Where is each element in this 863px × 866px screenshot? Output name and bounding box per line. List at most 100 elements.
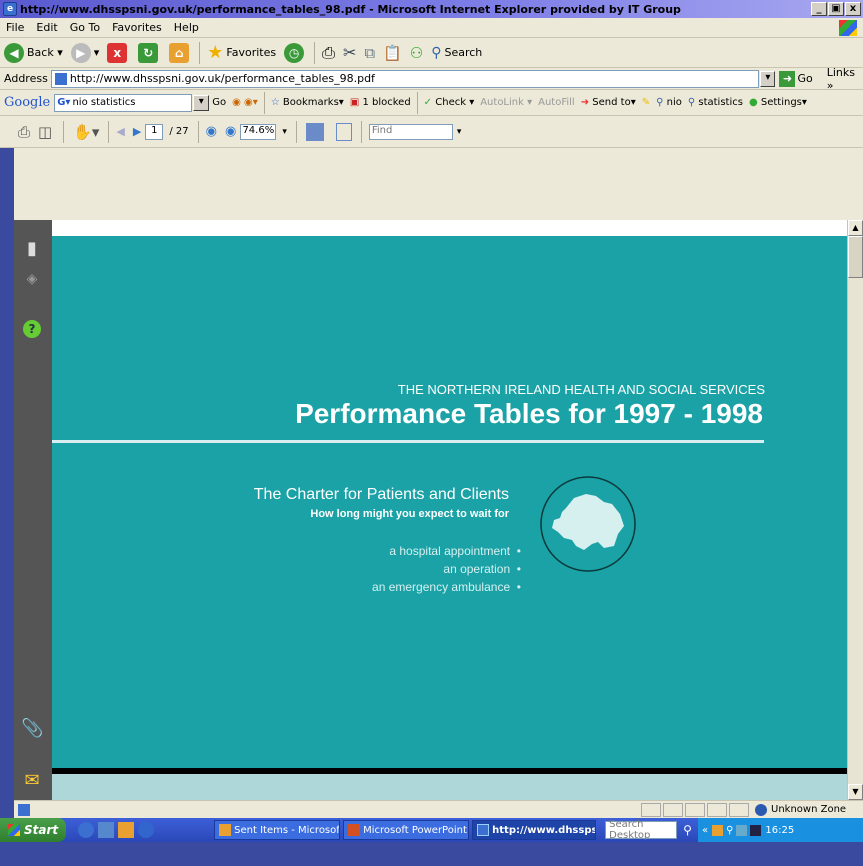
links-label: Links	[826, 65, 856, 79]
minimize-button[interactable]: _	[811, 2, 827, 16]
google-search-input[interactable]: G▾ nio statistics	[54, 93, 193, 112]
menu-help[interactable]: Help	[168, 21, 205, 34]
comments-icon[interactable]: ✉	[21, 770, 43, 792]
next-page-icon[interactable]: ▶	[133, 125, 141, 138]
task-powerpoint[interactable]: Microsoft PowerPoint - ...	[343, 820, 470, 840]
task-sent-items[interactable]: Sent Items - Microsoft ...	[214, 820, 341, 840]
history-button[interactable]: ◷	[280, 41, 311, 65]
tray-network-icon[interactable]	[736, 824, 748, 836]
desktop-search-input[interactable]: Search Desktop	[605, 819, 678, 841]
tray-expand-icon[interactable]: «	[702, 825, 708, 836]
home-button[interactable]: ⌂	[165, 41, 196, 65]
print-icon[interactable]: ⎙	[18, 123, 30, 141]
help-icon[interactable]: ?	[23, 320, 41, 338]
zoom-dropdown[interactable]: ▾	[282, 127, 287, 137]
address-input[interactable]: http://www.dhsspsni.gov.uk/performance_t…	[50, 69, 760, 88]
forward-arrow-icon: ▶	[70, 42, 91, 63]
bookmarks-button[interactable]: ☆ Bookmarks▾	[268, 97, 347, 108]
vertical-scrollbar[interactable]: ▲ ▼	[847, 220, 863, 800]
search-button[interactable]: ⚲ Search	[427, 41, 486, 65]
go-button[interactable]: ➜ Go	[779, 70, 813, 87]
autolink-label: AutoLink	[480, 97, 524, 108]
pages-icon[interactable]: ▮	[21, 238, 43, 260]
menu-favorites[interactable]: Favorites	[106, 21, 168, 34]
google-logo[interactable]: Google	[4, 95, 50, 110]
spellcheck-icon: ✓	[423, 97, 433, 108]
back-button[interactable]: ◀ Back ▾	[0, 41, 67, 65]
viewer-header-strip	[14, 148, 863, 220]
search-binoculars-icon[interactable]: ◈	[21, 268, 43, 290]
messenger-button[interactable]: ⚇	[406, 41, 427, 65]
scroll-up-button[interactable]: ▲	[848, 220, 863, 236]
sendto-button[interactable]: ➜ Send to▾	[578, 97, 639, 108]
separator	[263, 91, 265, 114]
save-icon[interactable]: ◫	[38, 123, 52, 141]
clock[interactable]: 16:25	[765, 825, 794, 836]
fit-page-icon[interactable]	[335, 122, 352, 141]
menu-file[interactable]: File	[0, 21, 30, 34]
hand-tool-icon[interactable]: ✋▾	[73, 123, 99, 141]
address-dropdown-button[interactable]: ▾	[760, 70, 776, 87]
google-go-button[interactable]: Go	[209, 97, 229, 108]
favorites-button[interactable]: ★ Favorites	[203, 41, 280, 65]
highlight-icon[interactable]: ✎	[639, 97, 653, 108]
cut-button[interactable]: ✂	[339, 41, 360, 65]
menu-edit[interactable]: Edit	[30, 21, 63, 34]
search-nio-button[interactable]: ⚲ nio	[653, 97, 685, 108]
paste-button[interactable]: 📋	[379, 41, 406, 65]
title-bar[interactable]: e http://www.dhsspsni.gov.uk/performance…	[0, 0, 863, 18]
quicklaunch-outlook-icon[interactable]	[118, 822, 135, 838]
pdf-page: THE NORTHERN IRELAND HEALTH AND SOCIAL S…	[52, 236, 847, 768]
google-dropdown-button[interactable]: ▾	[193, 94, 210, 111]
zoom-out-icon[interactable]: ◉	[206, 124, 217, 139]
page-number-input[interactable]: 1	[145, 123, 164, 140]
menu-bar: File Edit Go To Favorites Help	[0, 18, 863, 38]
address-label: Address	[4, 72, 48, 85]
print-button[interactable]: ⎙	[318, 41, 339, 65]
scroll-down-button[interactable]: ▼	[848, 784, 863, 800]
messenger-icon: ⚇	[409, 43, 424, 62]
find-dropdown[interactable]: ▾	[457, 127, 462, 137]
tray-outlook-icon[interactable]	[712, 824, 724, 836]
news-icon[interactable]: ◉ ◉▾	[229, 97, 261, 108]
zoom-in-icon[interactable]: ◉	[225, 124, 236, 139]
autofill-button[interactable]: AutoFill	[535, 97, 578, 108]
menu-goto[interactable]: Go To	[64, 21, 106, 34]
refresh-button[interactable]: ↻	[134, 41, 165, 65]
spellcheck-button[interactable]: ✓ Check ▾	[421, 97, 478, 108]
wait-item-text: a hospital appointment	[389, 544, 511, 558]
bookmark-star-icon: ☆	[270, 97, 280, 108]
page-total: / 27	[169, 126, 189, 137]
scroll-thumb[interactable]	[848, 236, 863, 278]
popup-blocker-button[interactable]: ▣ 1 blocked	[347, 97, 414, 108]
separator	[295, 120, 297, 143]
desktop-search-icon[interactable]: ⚲	[683, 823, 692, 837]
zoom-input[interactable]: 74.6%	[240, 123, 277, 140]
bookmarks-label: Bookmarks	[282, 97, 339, 108]
fit-width-icon[interactable]	[305, 122, 324, 141]
find-input[interactable]: Find	[368, 123, 453, 140]
attachment-paperclip-icon[interactable]: 📎	[21, 718, 43, 740]
status-panel	[729, 802, 749, 817]
quicklaunch-desktop-icon[interactable]	[98, 822, 115, 838]
start-button[interactable]: Start	[0, 818, 67, 842]
tray-app-icon[interactable]	[750, 824, 762, 836]
copy-icon: ⧉	[364, 43, 376, 62]
forward-button[interactable]: ▶ ▾	[67, 41, 104, 65]
settings-button[interactable]: ● Settings▾	[746, 97, 810, 108]
close-button[interactable]: x	[845, 2, 861, 16]
search-label: Search	[444, 46, 483, 59]
search-statistics-button[interactable]: ⚲ statistics	[685, 97, 746, 108]
links-button[interactable]: Links »	[827, 66, 863, 92]
task-ie-active[interactable]: http://www.dhsspsn...	[472, 820, 597, 840]
search-icon: ⚲	[431, 44, 442, 61]
copy-button[interactable]: ⧉	[360, 41, 379, 65]
quicklaunch-media-icon[interactable]	[138, 822, 155, 838]
maximize-button[interactable]: ▣	[828, 2, 844, 16]
previous-page-icon[interactable]: ◀	[116, 125, 124, 138]
northern-ireland-map-logo	[540, 476, 636, 572]
stop-button[interactable]: x	[103, 41, 134, 65]
autolink-button[interactable]: AutoLink ▾	[477, 97, 535, 108]
quicklaunch-ie-icon[interactable]	[78, 822, 95, 838]
tray-search-icon[interactable]: ⚲	[726, 825, 733, 836]
